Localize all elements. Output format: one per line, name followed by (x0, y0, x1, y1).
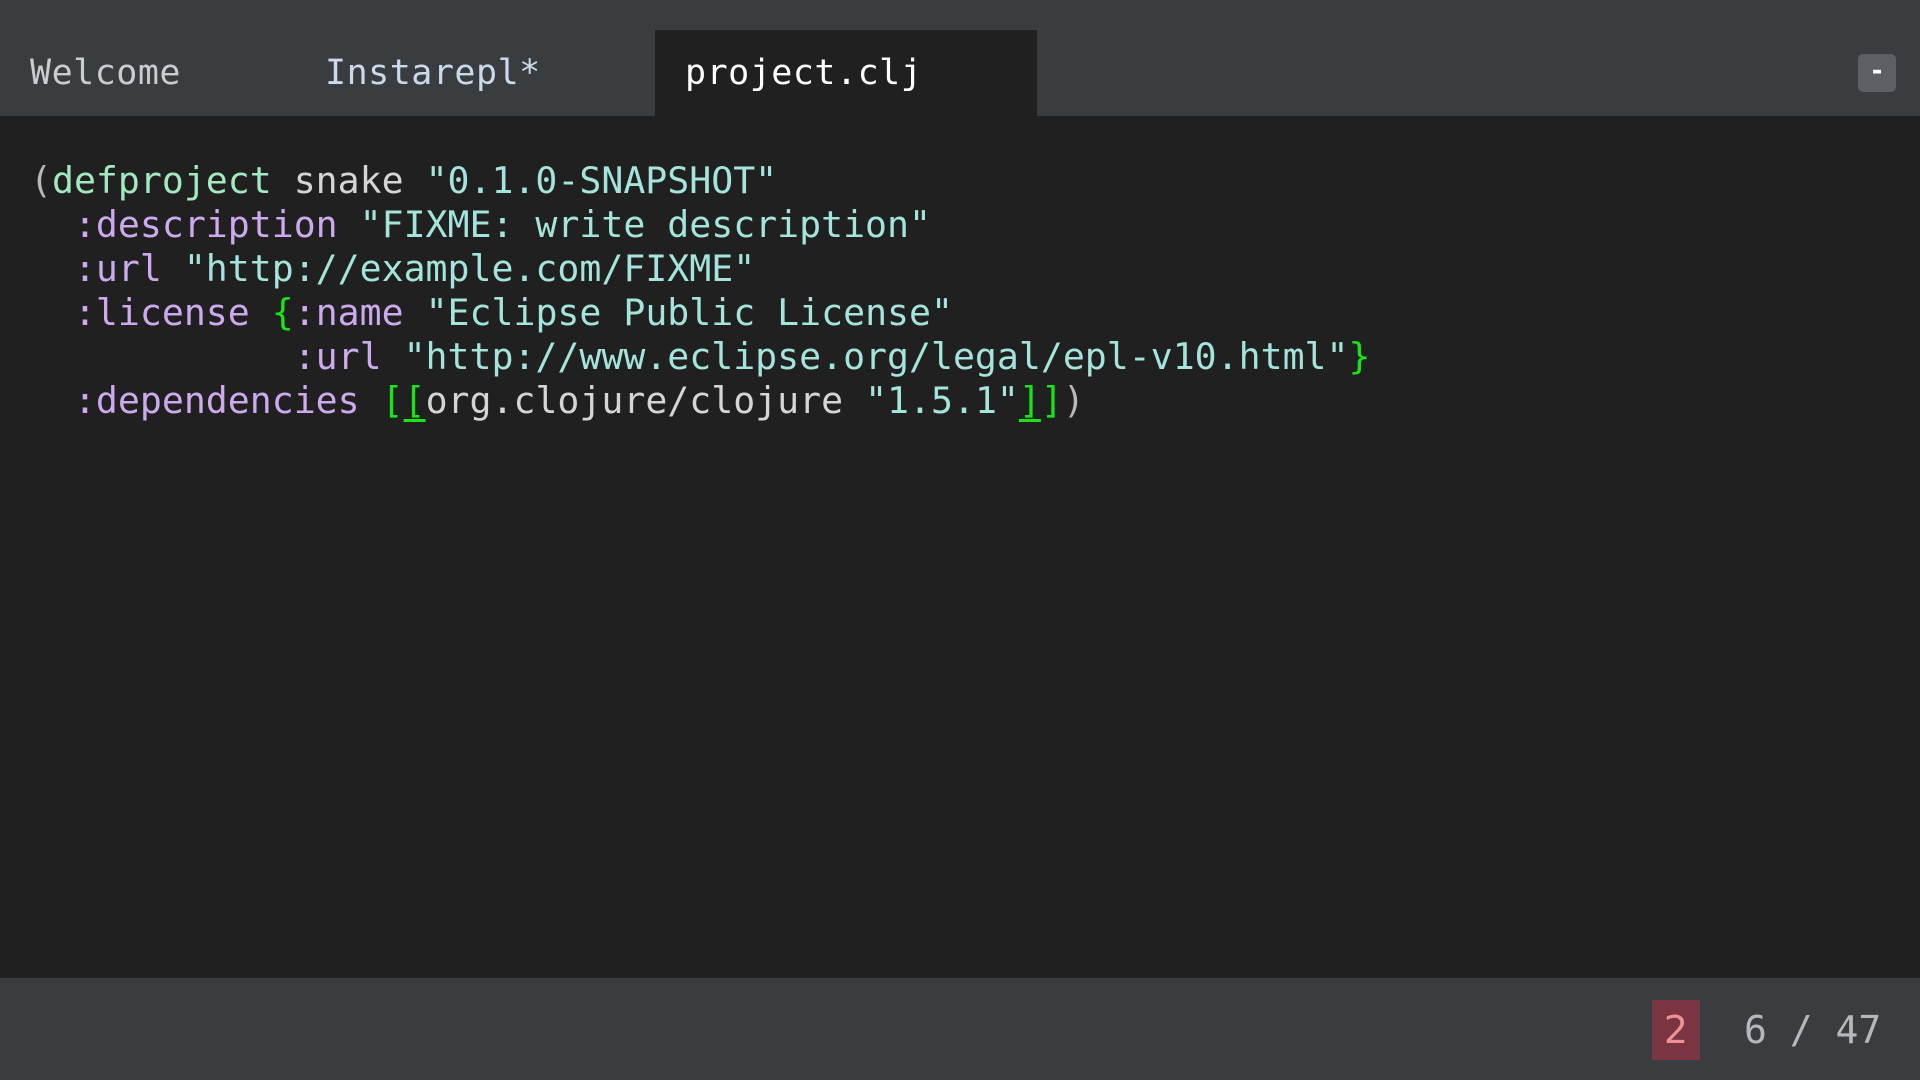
code-token: defproject (51, 159, 272, 202)
minimize-button[interactable]: - (1858, 54, 1896, 92)
tab-instarepl[interactable]: Instarepl* (295, 30, 655, 116)
code-token: ( (30, 159, 52, 202)
tab-bar: Welcome Instarepl* project.clj - (0, 0, 1920, 116)
code-line-3: :url "http://example.com/FIXME" (30, 247, 1371, 291)
cursor-position: 6 / 47 (1744, 1008, 1882, 1052)
code-token: :description (30, 203, 338, 246)
status-bar: 2 6 / 47 (0, 978, 1920, 1080)
code-token: "FIXME: write description" (337, 203, 931, 246)
code-token: "0.1.0-SNAPSHOT" (425, 159, 778, 202)
code-line-6: :dependencies [[org.clojure/clojure "1.5… (30, 379, 1371, 423)
matched-bracket: ] (1018, 379, 1041, 422)
error-count-badge[interactable]: 2 (1652, 1000, 1700, 1060)
matched-bracket: [ (403, 379, 426, 422)
code-token: :name (293, 291, 404, 334)
code-token: "1.5.1" (865, 379, 1019, 422)
code-line-5: :url "http://www.eclipse.org/legal/epl-v… (30, 335, 1371, 379)
code-token: } (1348, 335, 1371, 378)
code-token: "http://example.com/FIXME" (161, 247, 756, 290)
code-token: "Eclipse Public License" (403, 291, 953, 334)
code-token: ) (1062, 379, 1085, 422)
code-token: org.clojure/clojure (425, 379, 866, 422)
code-token: ] (1040, 379, 1063, 422)
code-editor[interactable]: (defproject snake "0.1.0-SNAPSHOT" :desc… (0, 116, 1920, 978)
code-content[interactable]: (defproject snake "0.1.0-SNAPSHOT" :desc… (30, 159, 1371, 423)
code-token: :license (30, 291, 272, 334)
code-line-2: :description "FIXME: write description" (30, 203, 1371, 247)
app-window: Welcome Instarepl* project.clj - (defpro… (0, 0, 1920, 1080)
tab-welcome[interactable]: Welcome (0, 30, 295, 116)
code-token: snake (271, 159, 426, 202)
code-line-1: (defproject snake "0.1.0-SNAPSHOT" (30, 159, 1371, 203)
code-line-4: :license {:name "Eclipse Public License" (30, 291, 1371, 335)
code-token: "http://www.eclipse.org/legal/epl-v10.ht… (381, 335, 1349, 378)
code-token: [ (381, 379, 404, 422)
code-token: { (271, 291, 294, 334)
code-token: :url (30, 335, 382, 378)
code-token: :url (30, 247, 162, 290)
code-token: :dependencies (30, 379, 382, 422)
tab-project-clj[interactable]: project.clj (655, 30, 1037, 116)
